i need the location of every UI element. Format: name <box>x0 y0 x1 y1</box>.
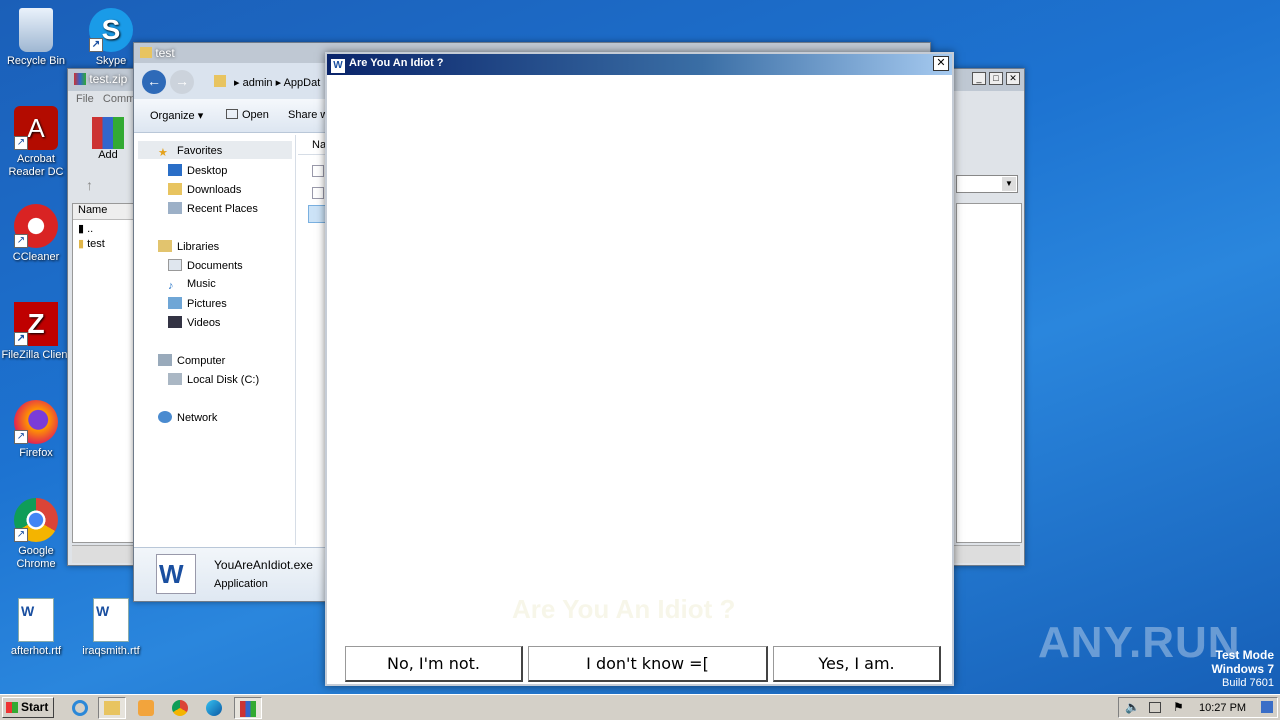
close-button[interactable]: ✕ <box>1006 72 1020 85</box>
start-button[interactable]: Start <box>2 697 54 718</box>
details-type: Application <box>214 578 268 590</box>
organize-button[interactable]: Organize ▾ <box>150 109 203 122</box>
column-name[interactable]: Name <box>73 204 133 220</box>
nav-music[interactable]: ♪ Music <box>168 278 216 292</box>
desktop-icon-ccleaner[interactable]: ↗ CCleaner <box>0 204 72 264</box>
share-button[interactable]: Share w <box>288 109 328 121</box>
file-row[interactable] <box>312 165 324 177</box>
open-icon <box>226 109 238 119</box>
pictures-icon <box>168 297 182 309</box>
menu-file[interactable]: File <box>76 93 94 105</box>
network-tray-icon[interactable] <box>1149 702 1161 713</box>
taskbar-edge-icon[interactable] <box>200 697 228 719</box>
add-button[interactable]: Add <box>90 117 126 161</box>
nav-pictures[interactable]: Pictures <box>168 297 227 310</box>
folder-icon <box>140 47 152 58</box>
desktop-icon-afterhot[interactable]: W afterhot.rtf <box>0 598 72 658</box>
network-icon <box>158 411 172 423</box>
minimize-button[interactable]: _ <box>972 72 986 85</box>
list-item[interactable]: ▮ test <box>73 237 133 250</box>
taskbar: Start 🔈 ⚑ 10:27 PM <box>0 694 1280 720</box>
action-center-icon[interactable]: ⚑ <box>1173 700 1184 714</box>
desktop-icon-chrome[interactable]: ↗ Google Chrome <box>0 498 72 571</box>
show-desktop-icon[interactable] <box>1261 701 1273 713</box>
chrome-icon: ↗ <box>14 498 58 542</box>
open-button[interactable]: Open <box>226 109 269 121</box>
dialog-titlebar[interactable]: W Are You An Idiot ? ✕ <box>327 54 952 75</box>
nav-local-disk[interactable]: Local Disk (C:) <box>168 373 259 386</box>
taskbar-explorer-icon[interactable] <box>98 697 126 719</box>
drive-icon <box>168 373 182 385</box>
file-row[interactable] <box>312 187 324 199</box>
desktop-icon-filezilla[interactable]: Z ↗ FileZilla Client <box>0 302 72 362</box>
navigation-pane: ★ Favorites Desktop Downloads Recent Plac… <box>138 135 296 545</box>
word-document-icon: W <box>93 598 129 642</box>
list-item[interactable]: ▮ .. <box>73 222 133 235</box>
add-archive-icon <box>92 117 124 149</box>
nav-computer[interactable]: Computer <box>158 354 225 367</box>
recent-places-icon <box>168 202 182 214</box>
libraries-icon <box>158 240 172 252</box>
computer-icon <box>158 354 172 366</box>
back-button[interactable]: ← <box>142 70 166 94</box>
firefox-icon: ↗ <box>14 400 58 444</box>
nav-desktop[interactable]: Desktop <box>168 164 227 177</box>
skype-icon: S ↗ <box>89 8 133 52</box>
volume-icon[interactable]: 🔈 <box>1125 700 1140 714</box>
filezilla-icon: Z ↗ <box>14 302 58 346</box>
path-dropdown[interactable]: ▼ <box>956 175 1018 193</box>
taskbar-winrar-icon[interactable] <box>234 697 262 719</box>
winrar-file-list: Name ▮ .. ▮ test <box>72 203 134 543</box>
dont-know-button[interactable]: I don't know =[ <box>528 646 768 682</box>
nav-downloads[interactable]: Downloads <box>168 183 241 196</box>
word-document-icon: W <box>18 598 54 642</box>
faded-title: Are You An Idiot ? <box>512 594 736 624</box>
details-filename: YouAreAnIdiot.exe <box>214 558 313 572</box>
desktop-icon-acrobat[interactable]: A ↗ Acrobat Reader DC <box>0 106 72 179</box>
yes-button[interactable]: Yes, I am. <box>773 646 941 682</box>
desktop-icon-firefox[interactable]: ↗ Firefox <box>0 400 72 460</box>
taskbar-media-player-icon[interactable] <box>132 697 160 719</box>
close-button[interactable]: ✕ <box>933 56 949 71</box>
winrar-menu: File Comm <box>76 93 135 105</box>
music-icon: ♪ <box>168 280 174 292</box>
desktop-icon-recycle-bin[interactable]: Recycle Bin <box>0 8 72 68</box>
nav-network[interactable]: Network <box>158 411 217 424</box>
anyrun-watermark: ANY.RUN <box>1038 618 1241 667</box>
star-icon: ★ <box>158 147 168 159</box>
documents-icon <box>168 259 182 271</box>
winrar-icon <box>74 73 86 85</box>
recycle-bin-icon <box>19 8 53 52</box>
up-arrow-icon[interactable]: ↑ <box>86 177 93 193</box>
test-mode-text: Test Mode Windows 7 Build 7601 <box>1211 648 1274 689</box>
taskbar-ie-icon[interactable] <box>66 697 94 719</box>
idiot-dialog[interactable]: W Are You An Idiot ? ✕ Are You An Idiot ?… <box>325 52 954 686</box>
desktop-icon-iraqsmith[interactable]: W iraqsmith.rtf <box>75 598 147 658</box>
forward-button[interactable]: → <box>170 70 194 94</box>
maximize-button[interactable]: □ <box>989 72 1003 85</box>
videos-icon <box>168 316 182 328</box>
no-button[interactable]: No, I'm not. <box>345 646 523 682</box>
folder-icon <box>214 75 226 87</box>
word-app-icon: W <box>156 554 196 594</box>
acrobat-icon: A ↗ <box>14 106 58 150</box>
breadcrumb[interactable]: ▸ admin ▸ AppDat <box>234 76 320 89</box>
right-pane <box>956 203 1022 543</box>
nav-libraries[interactable]: Libraries <box>158 240 219 253</box>
nav-documents[interactable]: Documents <box>168 259 243 272</box>
system-tray: 🔈 ⚑ 10:27 PM <box>1118 697 1278 718</box>
clock[interactable]: 10:27 PM <box>1199 702 1246 714</box>
downloads-icon <box>168 183 182 195</box>
ccleaner-icon: ↗ <box>14 204 58 248</box>
menu-commands[interactable]: Comm <box>103 93 135 105</box>
desktop-icon <box>168 164 182 176</box>
nav-recent[interactable]: Recent Places <box>168 202 258 215</box>
nav-favorites[interactable]: ★ Favorites <box>158 145 222 159</box>
windows-flag-icon <box>6 702 18 713</box>
taskbar-chrome-icon[interactable] <box>166 697 194 719</box>
word-icon: W <box>331 59 345 73</box>
nav-videos[interactable]: Videos <box>168 316 220 329</box>
